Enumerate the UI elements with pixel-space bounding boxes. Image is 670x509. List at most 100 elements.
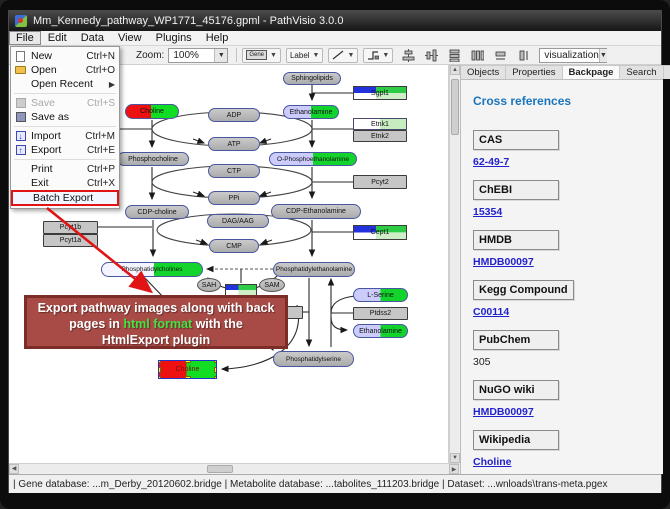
selection-handle[interactable] bbox=[158, 360, 161, 363]
tab-objects[interactable]: Objects bbox=[461, 65, 506, 79]
menu-item-shortcut: Ctrl+N bbox=[86, 51, 115, 62]
xref-link[interactable]: HMDB00097 bbox=[473, 256, 663, 268]
scroll-up-icon[interactable]: ▲ bbox=[450, 65, 460, 75]
xref-title: CAS bbox=[473, 130, 559, 150]
file-menu-item-export[interactable]: ↑ Export Ctrl+E bbox=[11, 143, 119, 157]
node-l-serine[interactable]: L-Serine bbox=[353, 288, 408, 302]
menu-file[interactable]: File bbox=[9, 31, 41, 45]
menu-item-shortcut: Ctrl+P bbox=[87, 164, 115, 175]
node-o-phosphoethanolamine[interactable]: O-Phosphoethanolamine bbox=[269, 152, 357, 166]
menu-view[interactable]: View bbox=[111, 31, 149, 45]
selection-handle[interactable] bbox=[214, 367, 217, 373]
node-phosphatidylserine[interactable]: Phosphatidylserine bbox=[273, 351, 354, 367]
node-cdp-ethanolamine[interactable]: CDP-Ethanolamine bbox=[271, 204, 361, 219]
zoom-combobox[interactable]: 100% ▼ bbox=[168, 48, 228, 63]
selection-handle[interactable] bbox=[214, 376, 217, 379]
node-etnk1[interactable]: Etnk1 bbox=[353, 118, 407, 130]
chevron-down-icon[interactable]: ▼ bbox=[347, 52, 354, 59]
selection-handle[interactable] bbox=[185, 376, 191, 379]
menu-item-label: Open Recent bbox=[31, 78, 93, 90]
node-phosphatidylethanolamine[interactable]: Phosphatidylethanolamine bbox=[273, 262, 355, 277]
xref-title: ChEBI bbox=[473, 180, 559, 200]
selection-handle[interactable] bbox=[214, 360, 217, 363]
node-ctp[interactable]: CTP bbox=[208, 164, 260, 178]
stack-vertical-icon[interactable] bbox=[446, 48, 462, 63]
scroll-down-icon[interactable]: ▼ bbox=[450, 453, 460, 463]
node-ethanolamine-top[interactable]: Ethanolamine bbox=[283, 105, 339, 119]
node-sah[interactable]: SAH bbox=[197, 278, 221, 292]
node-choline-top[interactable]: Choline bbox=[125, 104, 179, 119]
stack-horizontal-icon[interactable] bbox=[469, 48, 485, 63]
node-ptdss2[interactable]: Ptdss2 bbox=[353, 307, 408, 320]
chevron-down-icon[interactable]: ▼ bbox=[214, 49, 227, 62]
menu-edit[interactable]: Edit bbox=[41, 31, 74, 45]
node-phosphocholine[interactable]: Phosphocholine bbox=[117, 152, 189, 166]
canvas-horizontal-scrollbar[interactable]: ◀ ▶ bbox=[9, 463, 459, 473]
file-menu-item-save[interactable]: Save Ctrl+S bbox=[11, 96, 119, 110]
scrollbar-thumb[interactable] bbox=[451, 79, 459, 135]
selection-handle[interactable] bbox=[185, 360, 191, 363]
new-label-button[interactable]: Label ▼ bbox=[286, 48, 324, 63]
chevron-down-icon[interactable]: ▼ bbox=[382, 52, 389, 59]
menu-bar: File Edit Data View Plugins Help bbox=[9, 31, 661, 46]
file-menu-item-open[interactable]: Open Ctrl+O bbox=[11, 63, 119, 77]
scroll-right-icon[interactable]: ▶ bbox=[449, 464, 459, 474]
align-center-icon[interactable] bbox=[400, 48, 416, 63]
node-ethanolamine-bottom[interactable]: Ethanolamine bbox=[353, 324, 408, 338]
file-menu-item-open-recent[interactable]: Open Recent ▶ bbox=[11, 77, 119, 91]
line-tool-button[interactable]: ▼ bbox=[328, 48, 358, 63]
scrollbar-thumb[interactable] bbox=[207, 465, 233, 473]
file-menu-item-import[interactable]: ↓ Import Ctrl+M bbox=[11, 129, 119, 143]
common-width-icon[interactable] bbox=[492, 48, 508, 63]
tab-backpage[interactable]: Backpage bbox=[563, 65, 621, 79]
file-menu-item-new[interactable]: New Ctrl+N bbox=[11, 49, 119, 63]
node-pcyt1b[interactable]: Pcyt1b bbox=[43, 221, 98, 234]
node-choline-selected[interactable]: Choline bbox=[158, 360, 217, 379]
file-menu-item-exit[interactable]: Exit Ctrl+X bbox=[11, 176, 119, 190]
node-phosphatidylcholines[interactable]: Phosphatidylcholines bbox=[101, 262, 203, 277]
submenu-arrow-icon: ▶ bbox=[109, 80, 115, 89]
selection-handle[interactable] bbox=[158, 376, 161, 379]
node-cdp-choline[interactable]: CDP-choline bbox=[125, 205, 189, 219]
node-adp[interactable]: ADP bbox=[208, 108, 260, 122]
xref-link[interactable]: Choline bbox=[473, 456, 663, 468]
menu-help[interactable]: Help bbox=[199, 31, 236, 45]
node-sphingolipids[interactable]: Sphingolipids bbox=[283, 72, 341, 85]
node-sgpl1[interactable]: Sgpl1 bbox=[353, 86, 407, 100]
selection-handle[interactable] bbox=[158, 367, 161, 373]
node-etnk2[interactable]: Etnk2 bbox=[353, 130, 407, 142]
xref-link[interactable]: HMDB00097 bbox=[473, 406, 663, 418]
chevron-down-icon[interactable]: ▼ bbox=[599, 49, 607, 62]
node-sam[interactable]: SAM bbox=[259, 278, 285, 292]
xref-link[interactable]: 15354 bbox=[473, 206, 663, 218]
new-gene-button[interactable]: Gene ▼ bbox=[242, 48, 281, 63]
file-menu-item-print[interactable]: Print Ctrl+P bbox=[11, 162, 119, 176]
node-atp[interactable]: ATP bbox=[208, 137, 260, 151]
node-cept1[interactable]: Cept1 bbox=[353, 225, 407, 240]
node-dag-aag[interactable]: DAG/AAG bbox=[207, 214, 269, 228]
tab-search[interactable]: Search bbox=[620, 65, 663, 79]
xref-link[interactable]: C00114 bbox=[473, 306, 663, 318]
menu-data[interactable]: Data bbox=[74, 31, 111, 45]
tab-properties[interactable]: Properties bbox=[506, 65, 562, 79]
visualization-combobox[interactable]: visualization ▼ bbox=[539, 48, 607, 63]
canvas-vertical-scrollbar[interactable]: ▲ ▼ bbox=[449, 65, 459, 463]
node-pcyt1a[interactable]: Pcyt1a bbox=[43, 234, 98, 247]
menu-item-shortcut: Ctrl+E bbox=[87, 145, 115, 156]
toolbar-separator bbox=[236, 48, 237, 62]
tab-legend[interactable]: Legend bbox=[664, 65, 670, 79]
node-ppi[interactable]: PPi bbox=[208, 191, 260, 205]
chevron-down-icon[interactable]: ▼ bbox=[313, 52, 320, 59]
menu-plugins[interactable]: Plugins bbox=[149, 31, 199, 45]
xref-title: HMDB bbox=[473, 230, 559, 250]
file-menu-item-save-as[interactable]: Save as bbox=[11, 110, 119, 124]
chevron-down-icon[interactable]: ▼ bbox=[270, 52, 277, 59]
xref-link[interactable]: 62-49-7 bbox=[473, 156, 663, 168]
scroll-left-icon[interactable]: ◀ bbox=[9, 464, 19, 474]
common-height-icon[interactable] bbox=[515, 48, 531, 63]
file-menu-item-batch-export[interactable]: Batch Export bbox=[11, 190, 119, 206]
align-middle-icon[interactable] bbox=[423, 48, 439, 63]
node-cmp[interactable]: CMP bbox=[209, 239, 259, 253]
elbow-tool-button[interactable]: ▼ bbox=[363, 48, 393, 63]
node-pcyt2[interactable]: Pcyt2 bbox=[353, 175, 407, 189]
